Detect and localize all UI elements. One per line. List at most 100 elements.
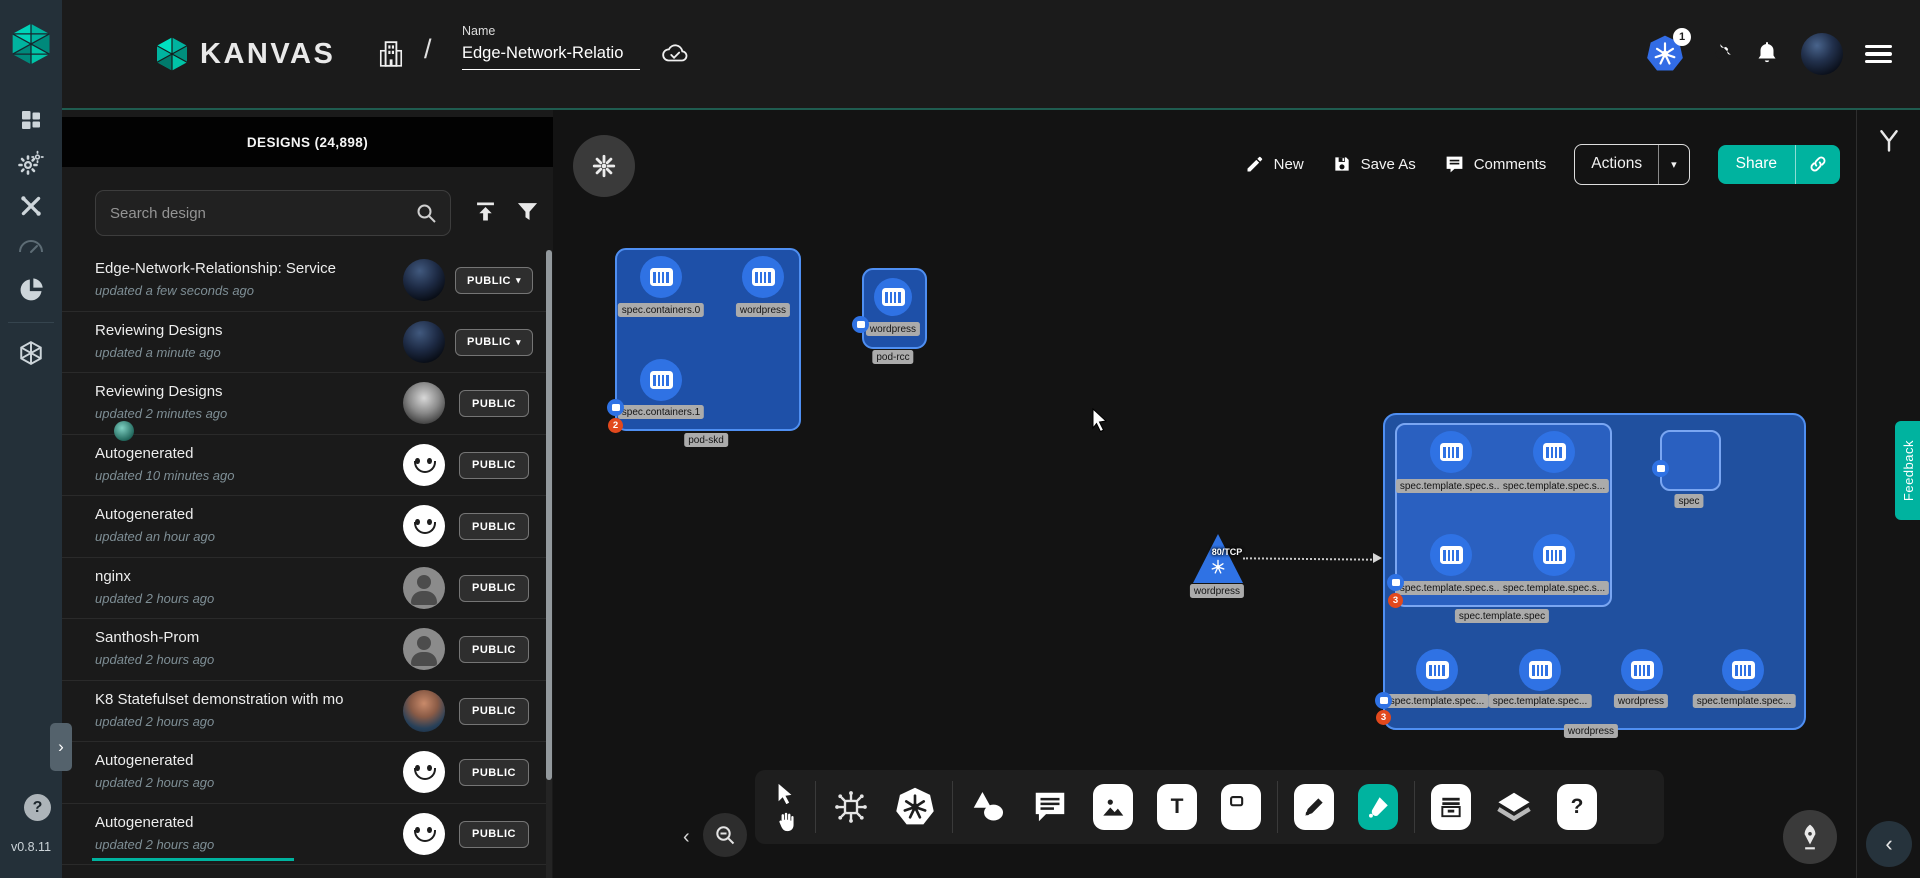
zoom-out-button[interactable] xyxy=(703,813,747,857)
container-node[interactable] xyxy=(1430,534,1472,576)
nav-rail: › ? v0.8.11 xyxy=(0,0,62,878)
container-node[interactable] xyxy=(1533,431,1575,473)
comments-button[interactable]: Comments xyxy=(1444,154,1547,175)
canvas-flower-button[interactable] xyxy=(573,135,635,197)
error-count-badge[interactable]: 3 xyxy=(1376,710,1391,725)
design-name-input[interactable] xyxy=(462,42,640,70)
component-tool-icon[interactable] xyxy=(832,788,870,826)
kubernetes-context-chip[interactable]: 1 xyxy=(1645,34,1685,74)
save-as-button[interactable]: Save As xyxy=(1332,154,1416,174)
visibility-chip[interactable]: PUBLIC xyxy=(459,452,529,479)
pen-tool-icon[interactable] xyxy=(1294,784,1334,830)
meshery-pie-icon[interactable] xyxy=(17,276,45,304)
brand-wordmark: KANVAS xyxy=(200,38,335,71)
error-count-badge[interactable]: 2 xyxy=(608,418,623,433)
design-list-item[interactable]: Autogenerated updated 2 hours ago PUBLIC xyxy=(62,804,547,866)
shapes-tool-icon[interactable] xyxy=(969,788,1007,826)
visibility-chip[interactable]: PUBLIC xyxy=(459,821,529,848)
lifecycle-gears-icon[interactable] xyxy=(17,149,45,177)
node-service-wordpress[interactable] xyxy=(1193,534,1243,583)
pan-hand-icon[interactable] xyxy=(775,811,796,832)
hierarchy-y-icon[interactable] xyxy=(1875,126,1903,154)
container-node[interactable] xyxy=(640,359,682,401)
node-spec[interactable] xyxy=(1660,430,1721,491)
menu-hamburger-icon[interactable] xyxy=(1865,45,1892,63)
design-list-item[interactable]: Reviewing Designs updated 2 minutes ago … xyxy=(62,373,547,435)
pen-mode-button[interactable] xyxy=(1783,810,1837,864)
meshery-logo-icon[interactable] xyxy=(9,22,53,66)
actions-split-button[interactable]: Actions ▾ xyxy=(1574,144,1689,185)
new-button[interactable]: New xyxy=(1245,154,1304,174)
dashboard-icon[interactable] xyxy=(19,108,43,132)
container-node[interactable] xyxy=(1533,534,1575,576)
design-list-item[interactable]: K8 Statefulset demonstration with mo upd… xyxy=(62,681,547,743)
search-icon[interactable] xyxy=(414,201,438,225)
help-tool-icon[interactable]: ? xyxy=(1557,784,1597,830)
configuration-toolkit-icon[interactable] xyxy=(18,193,44,219)
pencil-icon xyxy=(1245,154,1265,174)
design-list-item[interactable]: Autogenerated updated 2 hours ago PUBLIC xyxy=(62,742,547,804)
pod-badge-icon xyxy=(1387,574,1404,591)
visibility-chip[interactable]: PUBLIC xyxy=(459,759,529,786)
select-tool-icon[interactable] xyxy=(774,782,796,804)
container-node[interactable] xyxy=(1519,649,1561,691)
design-list-item[interactable]: Reviewing Designs updated a minute ago P… xyxy=(62,312,547,374)
drawer-tool-icon[interactable] xyxy=(1431,784,1471,830)
expand-panel-handle[interactable]: › xyxy=(50,723,72,771)
layers-tool-icon[interactable] xyxy=(1495,790,1533,824)
design-list-item[interactable]: nginx updated 2 hours ago PUBLIC xyxy=(62,558,547,620)
collapse-panel-chevron[interactable]: ‹ xyxy=(683,826,690,849)
freehand-draw-tool-icon[interactable] xyxy=(1358,784,1398,830)
visibility-chip[interactable]: PUBLIC xyxy=(459,390,529,417)
container-node[interactable] xyxy=(1722,649,1764,691)
feedback-tab[interactable]: Feedback xyxy=(1895,421,1920,520)
design-list-item[interactable]: Autogenerated updated an hour ago PUBLIC xyxy=(62,496,547,558)
node-label: spec.template.spec... xyxy=(1489,694,1592,708)
container-node[interactable] xyxy=(1430,431,1472,473)
kubernetes-tool-icon[interactable] xyxy=(894,786,936,828)
visibility-chip[interactable]: PUBLIC▾ xyxy=(455,267,533,294)
design-list-item[interactable]: Santhosh-Prom updated 2 hours ago PUBLIC xyxy=(62,619,547,681)
visibility-chip[interactable]: PUBLIC xyxy=(459,575,529,602)
image-tool-icon[interactable] xyxy=(1093,784,1133,830)
search-input[interactable] xyxy=(108,204,414,223)
brand[interactable]: KANVAS xyxy=(154,36,335,72)
collapse-right-button[interactable]: ‹ xyxy=(1866,821,1912,867)
publish-design-icon[interactable] xyxy=(472,198,499,225)
settings-gear-icon[interactable] xyxy=(1707,41,1733,67)
design-canvas[interactable]: New Save As Comments Actions ▾ Share spe… xyxy=(553,110,1856,878)
text-tool-icon[interactable]: T xyxy=(1157,784,1197,830)
panel-scrollbar-thumb[interactable] xyxy=(546,250,552,780)
comment-tool-icon[interactable] xyxy=(1031,788,1069,826)
container-node[interactable] xyxy=(1416,649,1458,691)
copy-link-icon[interactable] xyxy=(1795,145,1840,184)
organization-icon[interactable] xyxy=(378,40,404,68)
collaborator-avatar xyxy=(114,421,134,441)
visibility-chip[interactable]: PUBLIC xyxy=(459,698,529,725)
node-pod-template[interactable] xyxy=(1395,423,1612,607)
visibility-chip[interactable]: PUBLIC▾ xyxy=(455,329,533,356)
filter-funnel-icon[interactable] xyxy=(514,198,541,225)
service-edge[interactable] xyxy=(1243,557,1375,560)
container-node[interactable] xyxy=(1621,649,1663,691)
design-list-item[interactable]: Autogenerated updated 10 minutes ago PUB… xyxy=(62,435,547,497)
notifications-bell-icon[interactable] xyxy=(1755,41,1779,67)
container-node[interactable] xyxy=(874,278,912,316)
extensions-hexagon-icon[interactable] xyxy=(18,340,44,366)
performance-gauge-icon[interactable] xyxy=(18,236,44,254)
container-node[interactable] xyxy=(742,256,784,298)
owner-avatar xyxy=(403,813,445,855)
edge-arrowhead xyxy=(1373,553,1382,563)
visibility-chip[interactable]: PUBLIC xyxy=(459,636,529,663)
container-node[interactable] xyxy=(640,256,682,298)
help-button[interactable]: ? xyxy=(24,794,51,821)
user-avatar[interactable] xyxy=(1801,33,1843,75)
shape-rect-tool-icon[interactable] xyxy=(1221,784,1261,830)
container-icon xyxy=(882,288,905,306)
actions-dropdown-caret[interactable]: ▾ xyxy=(1658,145,1689,184)
design-list-item[interactable]: Edge-Network-Relationship: Service updat… xyxy=(62,250,547,312)
node-label: wordpress xyxy=(1564,724,1618,738)
visibility-chip[interactable]: PUBLIC xyxy=(459,513,529,540)
error-count-badge[interactable]: 3 xyxy=(1388,593,1403,608)
share-split-button[interactable]: Share xyxy=(1718,145,1840,184)
